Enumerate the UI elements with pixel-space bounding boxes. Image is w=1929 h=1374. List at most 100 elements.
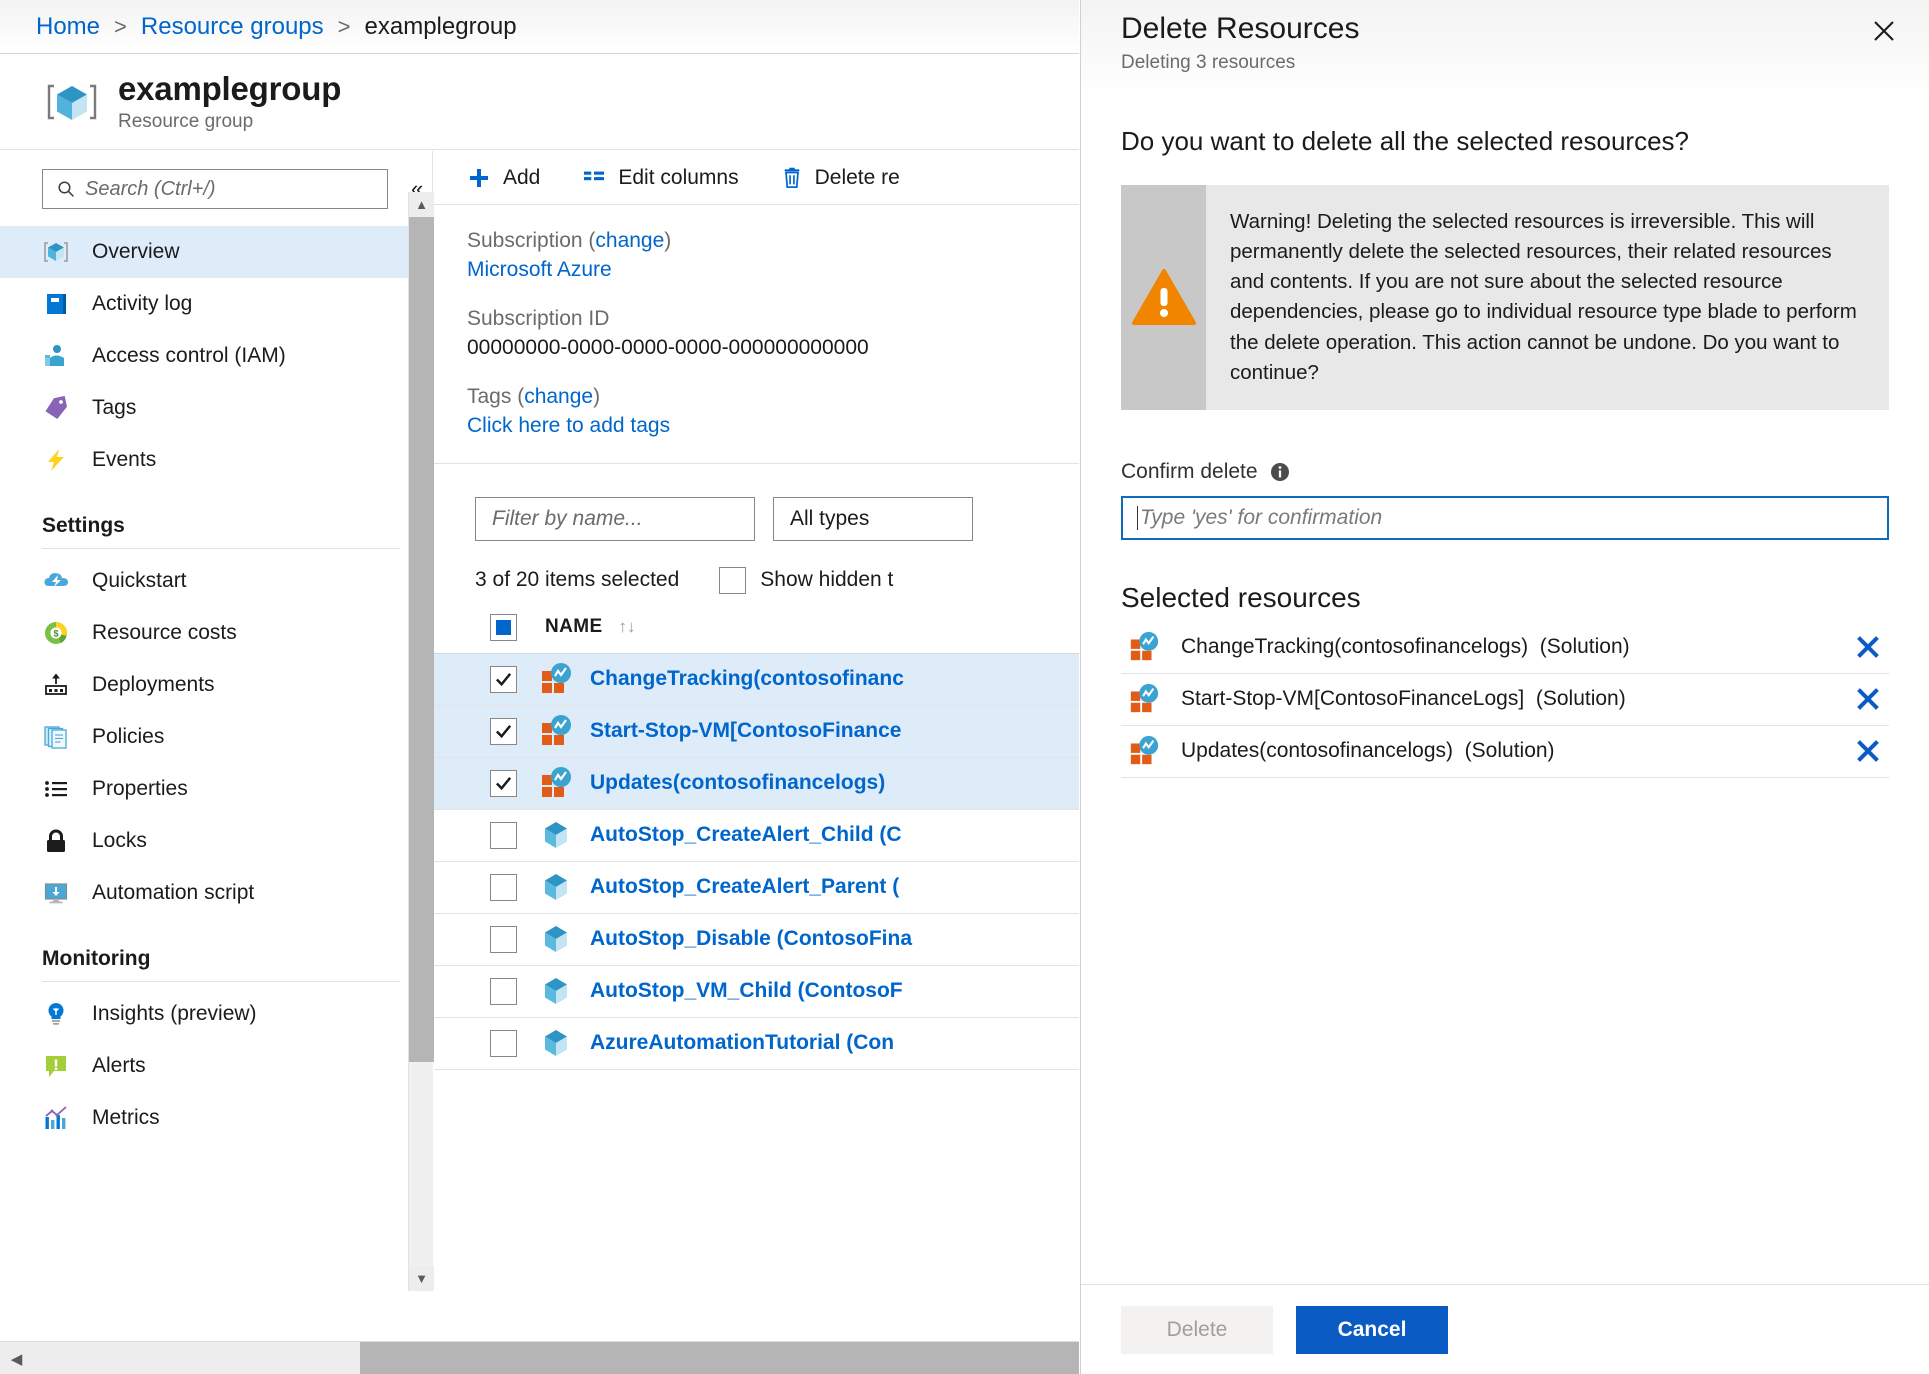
text-caret xyxy=(1137,505,1138,530)
paren-close: ) xyxy=(593,384,601,408)
sidebar-item-metrics[interactable]: Metrics xyxy=(0,1092,432,1144)
remove-x-icon[interactable] xyxy=(1851,635,1885,659)
subscription-value[interactable]: Microsoft Azure xyxy=(467,256,1079,285)
row-name[interactable]: AutoStop_CreateAlert_Parent ( xyxy=(590,875,899,899)
scroll-down-icon[interactable]: ▼ xyxy=(409,1266,434,1291)
sidebar-item-automation-script[interactable]: Automation script xyxy=(0,867,432,919)
column-header-name[interactable]: NAME xyxy=(545,616,603,638)
sidebar-item-access-control[interactable]: Access control (IAM) xyxy=(0,330,432,382)
table-row[interactable]: AutoStop_CreateAlert_Child (C xyxy=(434,810,1079,862)
content-vertical-scrollbar[interactable]: ▲ ▼ xyxy=(408,192,434,1291)
subscription-id-value: 00000000-0000-0000-0000-000000000000 xyxy=(467,335,869,359)
sidebar-item-label: Policies xyxy=(92,725,165,748)
sidebar-item-label: Locks xyxy=(92,829,147,852)
sidebar-item-label: Deployments xyxy=(92,673,215,696)
subscription-change-link[interactable]: change xyxy=(595,229,664,252)
filter-by-name-input[interactable]: Filter by name... xyxy=(475,496,755,541)
close-icon[interactable] xyxy=(1861,8,1907,54)
edit-columns-button[interactable]: Edit columns xyxy=(582,165,739,190)
sidebar-divider xyxy=(42,981,400,982)
row-name[interactable]: AutoStop_Disable (ContosoFina xyxy=(590,927,912,951)
table-row[interactable]: ChangeTracking(contosofinanc xyxy=(434,653,1079,706)
solution-icon xyxy=(539,662,573,696)
sidebar-item-properties[interactable]: Properties xyxy=(0,763,432,815)
selection-summary: 3 of 20 items selected xyxy=(475,568,680,592)
row-checkbox[interactable] xyxy=(490,769,517,797)
selected-resource-name-text: Start-Stop-VM[ContosoFinanceLogs] xyxy=(1181,687,1525,711)
horizontal-scrollbar[interactable]: ◀ xyxy=(0,1341,1079,1374)
sidebar-item-tags[interactable]: Tags xyxy=(0,382,432,434)
subscription-block: Subscription (change) Microsoft Azure xyxy=(467,227,1079,285)
paren-close: ) xyxy=(664,229,672,252)
remove-x-icon[interactable] xyxy=(1851,739,1885,763)
row-name[interactable]: ChangeTracking(contosofinanc xyxy=(590,667,904,691)
row-checkbox[interactable] xyxy=(490,1029,517,1057)
row-checkbox[interactable] xyxy=(490,665,517,693)
delete-resources-panel: Delete Resources Deleting 3 resources Do… xyxy=(1080,0,1929,1374)
show-hidden-checkbox[interactable] xyxy=(719,566,747,594)
edit-columns-icon xyxy=(582,167,606,189)
sidebar-item-label: Resource costs xyxy=(92,621,237,644)
cloud-lightning-icon xyxy=(42,567,70,595)
panel-question: Do you want to delete all the selected r… xyxy=(1121,126,1690,156)
selected-resource-row: Start-Stop-VM[ContosoFinanceLogs] (Solut… xyxy=(1121,674,1889,726)
row-name[interactable]: Updates(contosofinancelogs) xyxy=(590,771,885,795)
delete-button[interactable]: Delete xyxy=(1121,1305,1273,1354)
delete-resources-button[interactable]: Delete re xyxy=(781,166,900,190)
search-input[interactable]: Search (Ctrl+/) xyxy=(42,169,389,209)
plus-icon xyxy=(467,166,491,190)
add-button[interactable]: Add xyxy=(467,166,540,190)
table-row[interactable]: Updates(contosofinancelogs) xyxy=(434,757,1079,810)
add-tags-link[interactable]: Click here to add tags xyxy=(467,412,1079,441)
policies-documents-icon xyxy=(42,723,70,751)
sidebar-item-alerts[interactable]: Alerts xyxy=(0,1040,432,1092)
sidebar-item-policies[interactable]: Policies xyxy=(0,711,432,763)
sidebar-item-label: Events xyxy=(92,448,157,471)
selected-resource-type-text: (Solution) xyxy=(1535,687,1626,711)
sidebar-item-overview[interactable]: Overview xyxy=(0,226,432,278)
tags-change-link[interactable]: change xyxy=(524,385,593,408)
sidebar-item-activity-log[interactable]: Activity log xyxy=(0,278,432,330)
row-checkbox[interactable] xyxy=(490,977,517,1005)
row-name[interactable]: AutoStop_VM_Child (ContosoF xyxy=(590,979,903,1003)
table-row[interactable]: AutoStop_CreateAlert_Parent ( xyxy=(434,862,1079,914)
solution-icon xyxy=(1127,734,1161,768)
table-row[interactable]: AutoStop_Disable (ContosoFina xyxy=(434,914,1079,966)
row-name[interactable]: Start-Stop-VM[ContosoFinance xyxy=(590,719,901,743)
sidebar-item-deployments[interactable]: Deployments xyxy=(0,659,432,711)
breadcrumb-home[interactable]: Home xyxy=(36,13,100,41)
sidebar-item-events[interactable]: Events xyxy=(0,434,432,486)
type-filter-select[interactable]: All types xyxy=(773,496,973,541)
table-row[interactable]: Start-Stop-VM[ContosoFinance xyxy=(434,705,1079,758)
row-checkbox[interactable] xyxy=(490,717,517,745)
row-checkbox[interactable] xyxy=(490,925,517,953)
sidebar-item-quickstart[interactable]: Quickstart xyxy=(0,555,432,607)
cancel-button[interactable]: Cancel xyxy=(1296,1305,1448,1354)
scroll-up-icon[interactable]: ▲ xyxy=(409,192,434,217)
select-all-checkbox[interactable] xyxy=(490,613,517,641)
edit-columns-label: Edit columns xyxy=(618,165,739,189)
access-control-icon xyxy=(42,342,70,370)
sort-icon[interactable]: ↑↓ xyxy=(619,617,636,637)
info-icon[interactable] xyxy=(1270,462,1290,482)
page-title: examplegroup xyxy=(118,69,342,107)
sidebar-item-resource-costs[interactable]: $ Resource costs xyxy=(0,607,432,659)
sidebar-group-monitoring: Monitoring xyxy=(42,947,151,970)
selected-resource-row: ChangeTracking(contosofinancelogs) (Solu… xyxy=(1121,622,1889,674)
remove-x-icon[interactable] xyxy=(1851,687,1885,711)
horizontal-scrollbar-thumb[interactable] xyxy=(360,1342,1079,1374)
trash-icon xyxy=(781,166,803,190)
breadcrumb-resource-groups[interactable]: Resource groups xyxy=(141,13,324,41)
scroll-left-icon[interactable]: ◀ xyxy=(0,1342,33,1374)
confirm-delete-input[interactable]: Type 'yes' for confirmation xyxy=(1121,495,1889,540)
sidebar-item-insights[interactable]: Insights (preview) xyxy=(0,988,432,1040)
row-checkbox[interactable] xyxy=(490,821,517,849)
row-name[interactable]: AutoStop_CreateAlert_Child (C xyxy=(590,823,902,847)
row-name[interactable]: AzureAutomationTutorial (Con xyxy=(590,1031,894,1055)
table-row[interactable]: AzureAutomationTutorial (Con xyxy=(434,1018,1079,1070)
scrollbar-thumb[interactable] xyxy=(409,217,434,1062)
warning-triangle-icon xyxy=(1121,185,1206,410)
row-checkbox[interactable] xyxy=(490,873,517,901)
table-row[interactable]: AutoStop_VM_Child (ContosoF xyxy=(434,966,1079,1018)
sidebar-item-locks[interactable]: Locks xyxy=(0,815,432,867)
